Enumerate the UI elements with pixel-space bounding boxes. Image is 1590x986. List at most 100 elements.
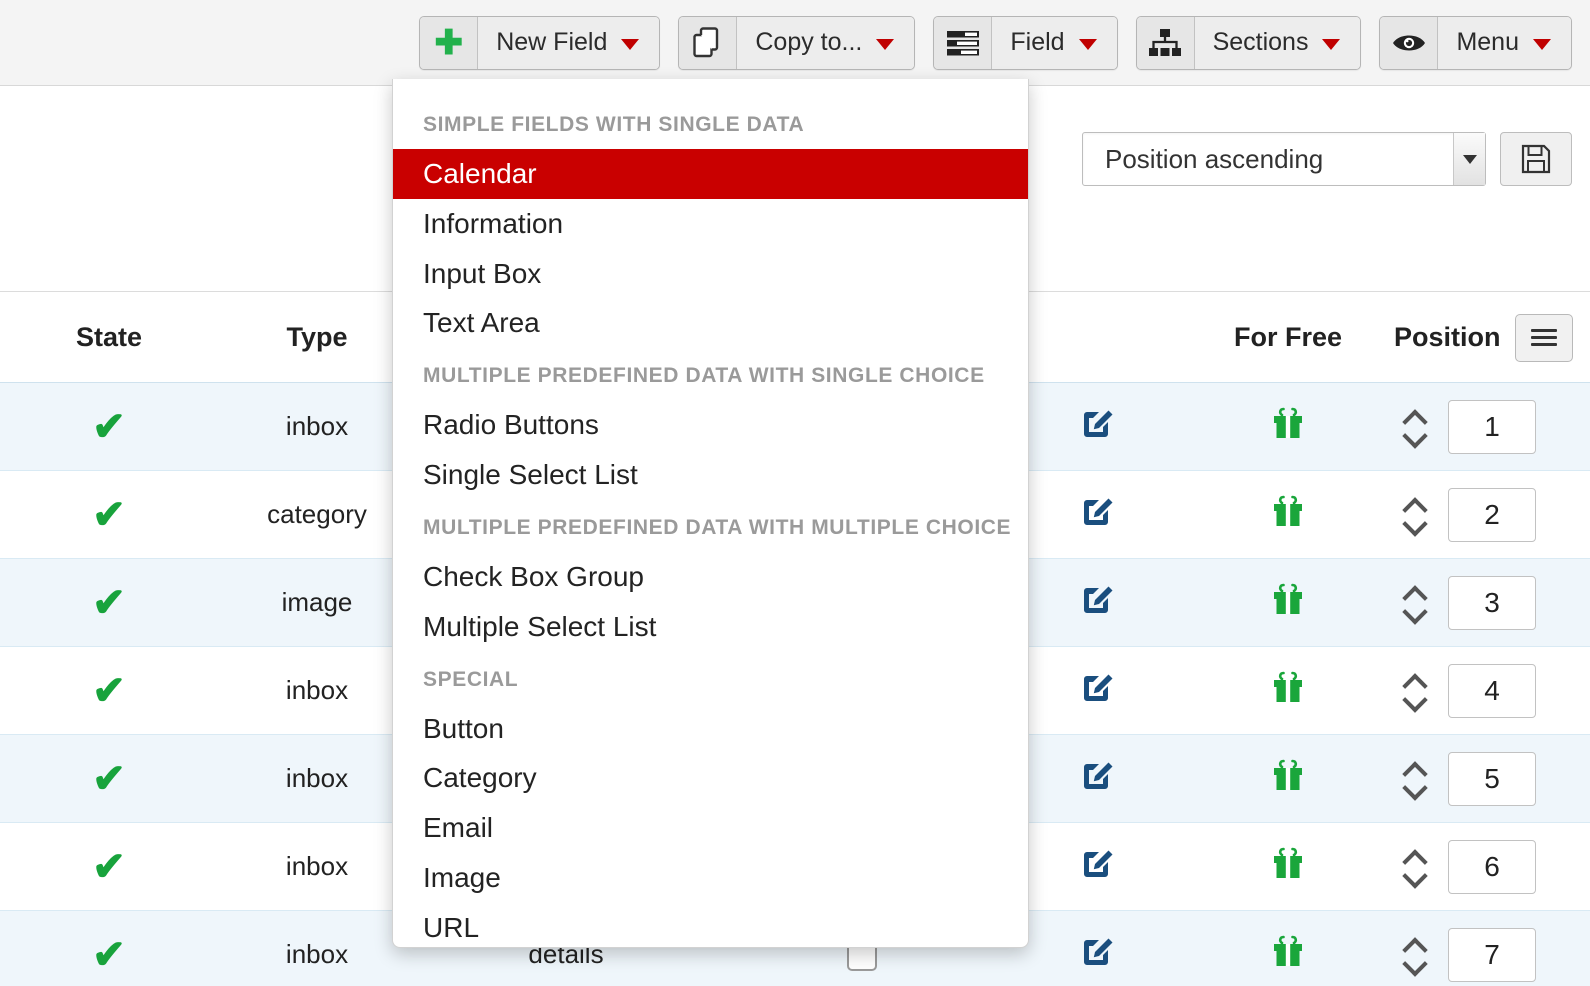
cell-position[interactable]: 3 <box>1388 575 1590 630</box>
cell-for-free[interactable] <box>1188 583 1388 622</box>
plus-icon[interactable]: ✚ <box>420 16 479 69</box>
dropdown-item[interactable]: URL <box>393 903 1028 947</box>
cell-edit[interactable] <box>1008 406 1188 447</box>
cell-position[interactable]: 7 <box>1388 927 1590 982</box>
cell-for-free[interactable] <box>1188 759 1388 798</box>
cell-edit[interactable] <box>1008 934 1188 975</box>
dropdown-item[interactable]: Information <box>393 199 1028 249</box>
cell-edit[interactable] <box>1008 846 1188 887</box>
cell-state[interactable]: ✔ <box>0 671 218 711</box>
chevron-up-icon[interactable] <box>1406 853 1424 863</box>
cell-position[interactable]: 6 <box>1388 839 1590 894</box>
gift-icon[interactable] <box>1273 759 1303 798</box>
chevron-down-icon[interactable] <box>1406 431 1424 441</box>
cell-position[interactable]: 2 <box>1388 487 1590 542</box>
dropdown-item[interactable]: Text Area <box>393 298 1028 348</box>
new-field-button-group[interactable]: ✚ New Field <box>419 15 661 70</box>
chevron-down-icon[interactable] <box>1406 871 1424 881</box>
cell-state[interactable]: ✔ <box>0 759 218 799</box>
gift-icon[interactable] <box>1273 847 1303 886</box>
hamburger-icon[interactable] <box>1514 313 1573 362</box>
dropdown-item[interactable]: Check Box Group <box>393 552 1028 602</box>
position-input[interactable]: 4 <box>1448 663 1536 718</box>
cell-for-free[interactable] <box>1188 407 1388 446</box>
save-button[interactable] <box>1500 132 1572 186</box>
pencil-icon[interactable] <box>1081 758 1115 799</box>
dropdown-item[interactable]: Multiple Select List <box>393 602 1028 652</box>
cell-state[interactable]: ✔ <box>0 935 218 975</box>
copy-to-button[interactable]: Copy to... <box>737 16 915 69</box>
chevron-up-icon[interactable] <box>1406 501 1424 511</box>
position-stepper[interactable] <box>1394 589 1436 617</box>
column-header-state[interactable]: State <box>0 322 218 353</box>
position-stepper[interactable] <box>1394 677 1436 705</box>
chevron-up-icon[interactable] <box>1406 941 1424 951</box>
new-field-dropdown-menu[interactable]: SIMPLE FIELDS WITH SINGLE DATA Calendar In… <box>392 79 1029 948</box>
column-header-for-free[interactable]: For Free <box>1188 322 1388 353</box>
chevron-down-icon[interactable] <box>1406 607 1424 617</box>
position-stepper[interactable] <box>1394 853 1436 881</box>
gift-icon[interactable] <box>1273 407 1303 446</box>
position-input[interactable]: 6 <box>1448 839 1536 894</box>
cell-for-free[interactable] <box>1188 847 1388 886</box>
position-stepper[interactable] <box>1394 413 1436 441</box>
chevron-down-icon[interactable] <box>1406 783 1424 793</box>
field-icon[interactable] <box>934 16 993 69</box>
pencil-icon[interactable] <box>1081 670 1115 711</box>
dropdown-item[interactable]: Calendar <box>393 149 1028 199</box>
menu-button[interactable]: Menu <box>1438 16 1571 69</box>
chevron-up-icon[interactable] <box>1406 765 1424 775</box>
cell-for-free[interactable] <box>1188 935 1388 974</box>
copy-icon[interactable] <box>679 16 738 69</box>
dropdown-item[interactable]: Email <box>393 803 1028 853</box>
cell-edit[interactable] <box>1008 494 1188 535</box>
menu-button-group[interactable]: Menu <box>1379 15 1572 70</box>
pencil-icon[interactable] <box>1081 582 1115 623</box>
position-input[interactable]: 2 <box>1448 487 1536 542</box>
chevron-up-icon[interactable] <box>1406 589 1424 599</box>
cell-for-free[interactable] <box>1188 671 1388 710</box>
position-stepper[interactable] <box>1394 941 1436 969</box>
new-field-button[interactable]: New Field <box>478 16 660 69</box>
gift-icon[interactable] <box>1273 583 1303 622</box>
chevron-down-icon[interactable] <box>1453 133 1485 185</box>
chevron-up-icon[interactable] <box>1406 677 1424 687</box>
chevron-down-icon[interactable] <box>1406 695 1424 705</box>
cell-edit[interactable] <box>1008 758 1188 799</box>
chevron-down-icon[interactable] <box>1406 959 1424 969</box>
dropdown-item[interactable]: Single Select List <box>393 450 1028 500</box>
field-button-group[interactable]: Field <box>933 15 1118 70</box>
dropdown-item[interactable]: Radio Buttons <box>393 400 1028 450</box>
cell-state[interactable]: ✔ <box>0 583 218 623</box>
sections-icon[interactable] <box>1136 16 1195 69</box>
pencil-icon[interactable] <box>1081 846 1115 887</box>
dropdown-item[interactable]: Image <box>393 853 1028 903</box>
dropdown-item[interactable]: Category <box>393 753 1028 803</box>
cell-position[interactable]: 5 <box>1388 751 1590 806</box>
field-button[interactable]: Field <box>992 16 1117 69</box>
cell-for-free[interactable] <box>1188 495 1388 534</box>
gift-icon[interactable] <box>1273 495 1303 534</box>
position-stepper[interactable] <box>1394 765 1436 793</box>
column-header-type[interactable]: Type <box>218 322 416 353</box>
pencil-icon[interactable] <box>1081 934 1115 975</box>
chevron-up-icon[interactable] <box>1406 413 1424 423</box>
gift-icon[interactable] <box>1273 671 1303 710</box>
sections-button[interactable]: Sections <box>1194 16 1361 69</box>
gift-icon[interactable] <box>1273 935 1303 974</box>
cell-edit[interactable] <box>1008 582 1188 623</box>
chevron-down-icon[interactable] <box>1406 519 1424 529</box>
cell-position[interactable]: 4 <box>1388 663 1590 718</box>
position-input[interactable]: 1 <box>1448 399 1536 454</box>
position-input[interactable]: 5 <box>1448 751 1536 806</box>
cell-state[interactable]: ✔ <box>0 847 218 887</box>
eye-icon[interactable] <box>1380 16 1439 69</box>
cell-state[interactable]: ✔ <box>0 407 218 447</box>
cell-position[interactable]: 1 <box>1388 399 1590 454</box>
cell-state[interactable]: ✔ <box>0 495 218 535</box>
sort-select[interactable]: Position ascending <box>1082 132 1486 186</box>
dropdown-item[interactable]: Button <box>393 704 1028 754</box>
pencil-icon[interactable] <box>1081 494 1115 535</box>
position-stepper[interactable] <box>1394 501 1436 529</box>
sections-button-group[interactable]: Sections <box>1135 15 1362 70</box>
